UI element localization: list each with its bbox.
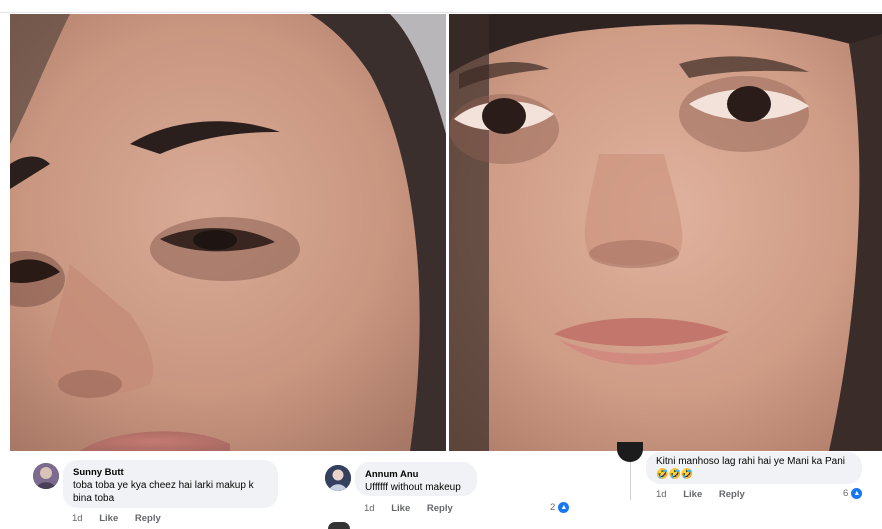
face-photo-left — [10, 14, 446, 451]
like-button[interactable]: Like — [99, 513, 118, 524]
reply-button[interactable]: Reply — [719, 489, 745, 500]
post-photo-right[interactable] — [449, 14, 882, 451]
comment-actions: 1d Like Reply — [364, 503, 467, 514]
avatar-icon[interactable] — [617, 442, 643, 462]
reply-button[interactable]: Reply — [135, 513, 161, 524]
left-margin — [0, 14, 10, 451]
comment-time[interactable]: 1d — [656, 489, 667, 500]
comment-text: Uffffff without makeup — [365, 482, 461, 493]
face-photo-right — [449, 14, 882, 451]
comment-actions: 1d Like Reply — [72, 513, 175, 524]
comment-author[interactable]: Annum Anu — [365, 469, 467, 481]
comment-author[interactable]: Sunny Butt — [73, 467, 268, 479]
comment-text: toba toba ye kya cheez hai larki makup k… — [73, 480, 254, 504]
reaction-count[interactable]: 2 ▲ — [550, 502, 570, 513]
avatar-icon[interactable] — [325, 465, 351, 491]
reaction-count[interactable]: 6 ▲ — [843, 488, 863, 499]
comment-bubble: Annum Anu Uffffff without makeup — [355, 462, 477, 496]
avatar-icon[interactable] — [33, 463, 59, 489]
comment-actions: 1d Like Reply — [656, 489, 759, 500]
top-bar — [0, 0, 882, 13]
like-button[interactable]: Like — [391, 503, 410, 514]
comment-bubble: Sunny Butt toba toba ye kya cheez hai la… — [63, 460, 278, 508]
like-icon: ▲ — [851, 488, 863, 499]
comment-time[interactable]: 1d — [364, 503, 375, 514]
comment-time[interactable]: 1d — [72, 513, 83, 524]
comment-text: Kitni manhoso lag rahi hai ye Mani ka Pa… — [656, 456, 845, 467]
avatar-icon[interactable] — [328, 522, 350, 529]
like-button[interactable]: Like — [683, 489, 702, 500]
comment-emoji: 🤣🤣🤣 — [656, 469, 694, 480]
like-icon: ▲ — [558, 502, 570, 513]
reaction-number: 6 — [843, 488, 849, 499]
avatar-image — [325, 465, 351, 491]
comment-bubble: Kitni manhoso lag rahi hai ye Mani ka Pa… — [646, 452, 862, 484]
post-photo-left[interactable] — [10, 14, 446, 451]
reaction-number: 2 — [550, 502, 556, 513]
reply-button[interactable]: Reply — [427, 503, 453, 514]
avatar-image — [33, 463, 59, 489]
